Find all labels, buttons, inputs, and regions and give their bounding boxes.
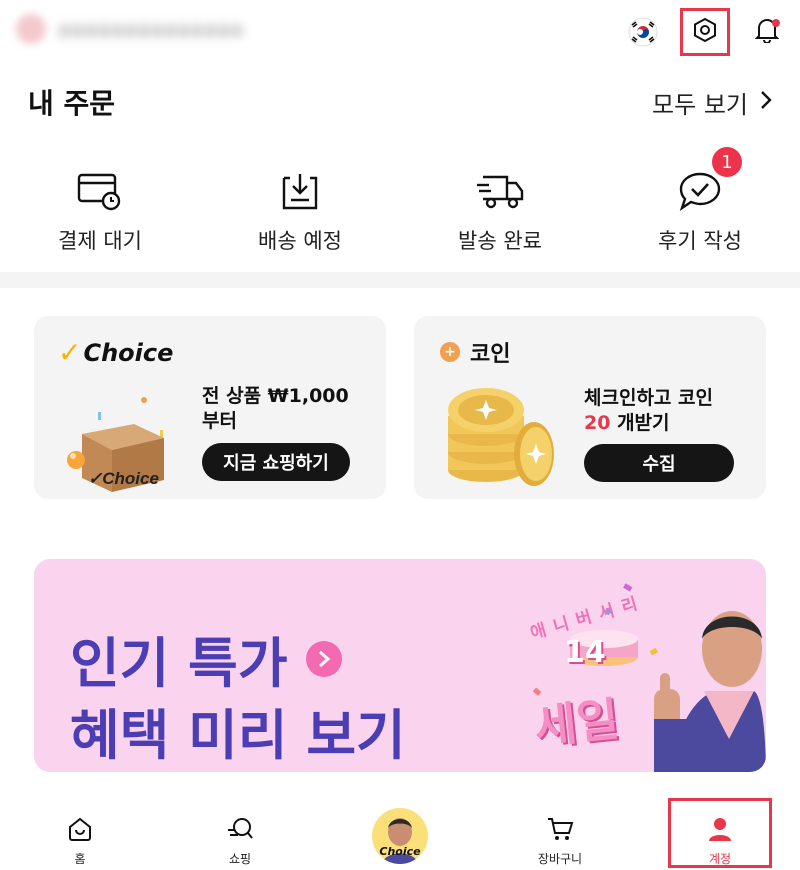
see-all-link[interactable]: 모두 보기 [652,85,772,120]
to-ship-icon [274,165,326,217]
order-write-review[interactable]: 1 후기 작성 [600,147,800,255]
shopping-icon [225,814,255,844]
banner-line1-text: 인기 특가 [70,632,288,695]
coin-title: 코인 [470,342,511,367]
user-name: aaaaaaaaaaaaaa [58,17,244,41]
review-count-badge: 1 [712,147,742,177]
top-bar: aaaaaaaaaaaaaa [0,0,800,60]
cart-icon [545,814,575,844]
choice-logo-text: Choice [83,338,174,367]
notification-dot [772,19,780,27]
review-icon: 1 [674,147,742,217]
chevron-right-icon [760,88,772,116]
bottom-nav: 홈 쇼핑 Choice 장바구니 계정 [0,798,800,870]
avatar [16,14,46,44]
choice-card[interactable]: ✓ Choice ✓Choice 전 상품 ₩1,000 부터 지금 쇼핑하기 [34,316,386,499]
coin-header: + 코인 [440,336,510,368]
settings-button[interactable] [680,8,730,56]
section-divider [0,272,800,288]
shipped-icon [474,165,526,217]
collect-button[interactable]: 수집 [584,444,734,482]
order-label: 배송 예정 [258,229,342,253]
nav-cart[interactable]: 장바구니 [480,800,640,870]
shop-now-button[interactable]: 지금 쇼핑하기 [202,443,350,481]
order-to-ship[interactable]: 배송 예정 [200,165,400,255]
coin-icon: + [440,342,460,362]
choice-avatar: Choice [372,808,428,864]
anniversary-number: 14 [564,635,606,670]
order-pending-payment[interactable]: 결제 대기 [0,165,200,255]
sale-text: 세일 [531,691,622,755]
order-label: 발송 완료 [458,229,542,253]
nav-choice[interactable]: Choice [320,800,480,870]
banner-line1: 인기 특가 [70,619,342,698]
order-label: 후기 작성 [658,229,742,253]
order-shipped[interactable]: 발송 완료 [400,165,600,255]
choice-logo: ✓ Choice [58,336,173,369]
coin-card[interactable]: + 코인 체크인하고 코인 20 개받기 수집 [414,316,766,499]
coin-count: 20 [584,412,611,434]
coin-promo-text: 체크인하고 코인 20 개받기 [584,386,713,436]
order-status-row: 결제 대기 배송 예정 발송 완료 1 후기 작성 [0,147,800,255]
banner-line2: 혜택 미리 보기 [70,704,406,767]
coin-text-suffix: 개받기 [610,412,670,434]
see-all-label: 모두 보기 [652,90,748,119]
check-icon: ✓ [58,336,82,369]
choice-promo-text: 전 상품 ₩1,000 부터 [202,385,349,432]
nav-home[interactable]: 홈 [0,800,160,870]
korea-flag-icon[interactable] [628,17,658,47]
nav-label: 홈 [74,852,86,866]
coin-text-line2: 20 개받기 [584,411,713,436]
orders-title: 내 주문 [28,87,116,120]
arrow-right-icon [305,640,342,677]
home-icon [65,814,95,844]
account-highlight [668,798,772,868]
profile-area[interactable]: aaaaaaaaaaaaaa [16,14,244,44]
nav-label: 장바구니 [537,852,583,866]
order-label: 결제 대기 [58,229,142,253]
settings-icon [692,17,718,47]
nav-label: 쇼핑 [228,852,252,866]
nav-shopping[interactable]: 쇼핑 [160,800,320,870]
svg-text:✓Choice: ✓Choice [88,469,159,488]
choice-avatar-label: Choice [379,845,421,858]
promo-banner[interactable]: 인기 특가 혜택 미리 보기 애니버서리 14 세일 [34,559,766,772]
notifications-button[interactable] [752,17,782,47]
pending-payment-icon [74,165,126,217]
nav-account[interactable]: 계정 [640,798,800,870]
orders-header: 내 주문 모두 보기 [28,82,772,122]
choice-box-image: ✓Choice [67,397,164,492]
coin-text-line1: 체크인하고 코인 [584,387,713,409]
coin-stack-image [448,388,554,486]
